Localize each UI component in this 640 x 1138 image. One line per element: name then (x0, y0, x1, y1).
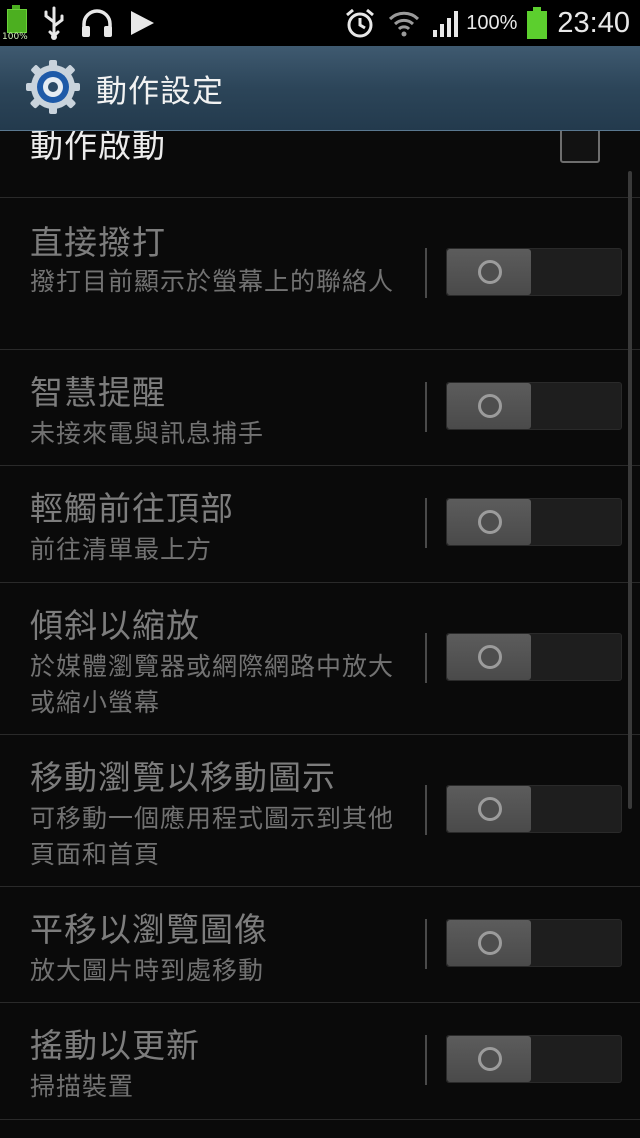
list-item-summary: 未接來電與訊息捕手 (30, 419, 265, 448)
list-item-direct-call[interactable]: 直接撥打 撥打目前顯示於螢幕上的聯絡人 (0, 198, 640, 350)
toggle-switch[interactable] (446, 919, 622, 967)
toggle-divider (425, 785, 427, 835)
wifi-icon (389, 11, 420, 37)
toggle-switch[interactable] (446, 1035, 622, 1083)
status-bar-right: 100% 23:40 (344, 0, 630, 46)
mini-battery-percent: 100% (2, 32, 28, 42)
toggle-thumb (447, 499, 531, 545)
scrollbar[interactable] (628, 171, 632, 809)
list-item-summary: 掃描裝置 (30, 1072, 135, 1101)
master-toggle-title: 動作啟動 (30, 131, 166, 165)
list-item-summary: 放大圖片時到處移動 (30, 956, 265, 985)
list-item-title: 輕觸前往頂部 (30, 489, 234, 528)
battery-icon (527, 7, 548, 39)
toggle-divider (425, 919, 427, 969)
mini-battery-icon: 100% (2, 5, 28, 42)
list-item-summary: 撥打目前顯示於螢幕上的聯絡人 (30, 267, 395, 296)
screen: 100% 100% 23:40 動作設定 動作啟動 直接撥打 撥打目前顯示於螢幕… (0, 0, 640, 1138)
toggle-divider (425, 1035, 427, 1085)
status-bar: 100% 100% 23:40 (0, 0, 640, 46)
toggle-switch[interactable] (446, 633, 622, 681)
list-item-title: 平移以瀏覽圖像 (30, 910, 268, 949)
usb-icon (44, 6, 64, 40)
toggle-switch[interactable] (446, 382, 622, 430)
list-item-title: 直接撥打 (30, 223, 166, 262)
toggle-thumb (447, 249, 531, 295)
toggle-thumb (447, 634, 531, 680)
toggle-thumb (447, 1036, 531, 1082)
toggle-thumb (447, 383, 531, 429)
clock: 23:40 (557, 6, 630, 39)
toggle-switch[interactable] (446, 785, 622, 833)
list-item-summary: 前往清單最上方 (30, 535, 213, 564)
page-title: 動作設定 (96, 74, 224, 110)
list-item-summary: 於媒體瀏覽器或網際網路中放大或縮小螢幕 (30, 652, 395, 717)
list-item-title: 智慧提醒 (30, 373, 166, 412)
alarm-icon (346, 8, 375, 38)
list-item-tilt-to-zoom[interactable]: 傾斜以縮放 於媒體瀏覽器或網際網路中放大或縮小螢幕 (0, 583, 640, 735)
toggle-thumb (447, 786, 531, 832)
list-item-pan-to-move-icon[interactable]: 移動瀏覽以移動圖示 可移動一個應用程式圖示到其他頁面和首頁 (0, 735, 640, 887)
toggle-thumb (447, 920, 531, 966)
toggle-divider (425, 248, 427, 298)
list-item-title: 搖動以更新 (30, 1026, 200, 1065)
action-bar: 動作設定 (0, 46, 640, 131)
toggle-divider (425, 633, 427, 683)
status-bar-left: 100% (2, 4, 170, 42)
master-toggle-row[interactable]: 動作啟動 (0, 131, 640, 198)
settings-list: 動作啟動 直接撥打 撥打目前顯示於螢幕上的聯絡人 智慧提醒 未接來電與訊息捕手 … (0, 131, 640, 1138)
list-item-title: 移動瀏覽以移動圖示 (30, 758, 336, 797)
list-item-title: 傾斜以縮放 (30, 606, 200, 645)
play-icon (131, 11, 154, 35)
list-item-smart-alert[interactable]: 智慧提醒 未接來電與訊息捕手 (0, 350, 640, 466)
toggle-divider (425, 498, 427, 548)
headphones-icon (82, 9, 112, 37)
battery-percent: 100% (466, 11, 518, 34)
settings-gear-icon[interactable] (24, 58, 82, 116)
list-item-shake-to-update[interactable]: 搖動以更新 掃描裝置 (0, 1003, 640, 1120)
list-item-summary: 可移動一個應用程式圖示到其他頁面和首頁 (30, 804, 395, 869)
toggle-switch[interactable] (446, 248, 622, 296)
list-item-pan-to-browse-images[interactable]: 平移以瀏覽圖像 放大圖片時到處移動 (0, 887, 640, 1003)
list-item-tap-to-top[interactable]: 輕觸前往頂部 前往清單最上方 (0, 466, 640, 583)
signal-icon (433, 11, 459, 37)
master-checkbox[interactable] (560, 131, 600, 163)
toggle-divider (425, 382, 427, 432)
toggle-switch[interactable] (446, 498, 622, 546)
